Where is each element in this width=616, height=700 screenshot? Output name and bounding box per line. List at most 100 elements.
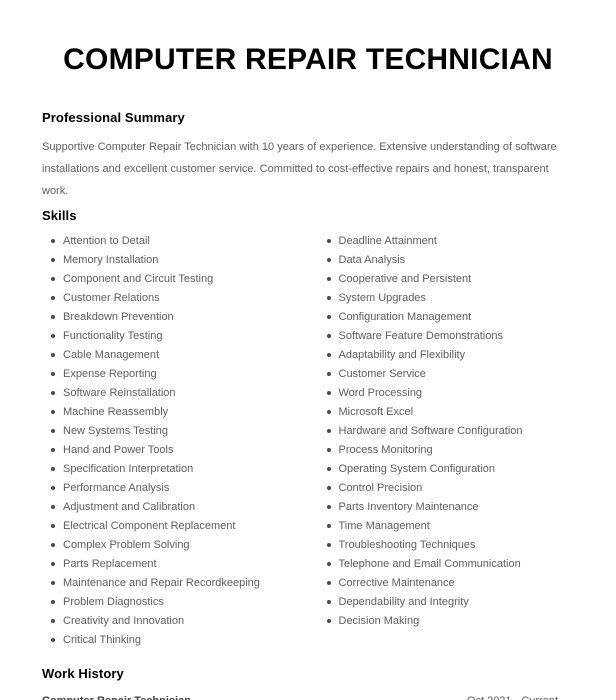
skill-item: Hardware and Software Configuration	[318, 422, 583, 441]
skill-item: Telephone and Email Communication	[318, 555, 583, 574]
skill-item: New Systems Testing	[42, 422, 307, 441]
bullet-icon	[51, 448, 55, 452]
skill-label: Process Monitoring	[338, 444, 433, 456]
skill-item: Word Processing	[318, 384, 583, 403]
skill-item: System Upgrades	[318, 289, 583, 308]
skill-item: Complex Problem Solving	[42, 536, 307, 555]
skills-column-left: Attention to Detail Memory Installation Co…	[42, 232, 307, 650]
job-title: Computer Repair Technician	[42, 692, 191, 700]
skill-label: Component and Circuit Testing	[63, 273, 214, 285]
bullet-icon	[51, 505, 55, 509]
skill-item: Problem Diagnostics	[42, 593, 307, 612]
skill-item: Cooperative and Persistent	[318, 270, 583, 289]
skill-item: Microsoft Excel	[318, 403, 583, 422]
bullet-icon	[326, 581, 331, 585]
skill-label: Dependability and Integrity	[338, 596, 469, 608]
bullet-icon	[51, 429, 55, 433]
bullet-icon	[326, 353, 331, 357]
bullet-icon	[51, 638, 55, 642]
bullet-icon	[326, 543, 331, 547]
skill-label: Problem Diagnostics	[63, 596, 164, 608]
skill-label: Software Feature Demonstrations	[338, 330, 503, 342]
skill-item: Functionality Testing	[42, 327, 307, 346]
skill-label: Control Precision	[338, 482, 423, 494]
bullet-icon	[51, 467, 55, 471]
bullet-icon	[326, 315, 331, 319]
skill-item: Breakdown Prevention	[42, 308, 307, 327]
skill-label: Customer Relations	[63, 292, 160, 304]
bullet-icon	[326, 429, 331, 433]
professional-summary-text: Supportive Computer Repair Technician wi…	[42, 141, 557, 197]
bullet-icon	[326, 505, 331, 509]
skill-item: Troubleshooting Techniques	[318, 536, 583, 555]
bullet-icon	[51, 258, 55, 262]
skill-label: Electrical Component Replacement	[63, 520, 236, 532]
skill-item: Expense Reporting	[42, 365, 307, 384]
bullet-icon	[51, 486, 55, 490]
skill-item: Maintenance and Repair Recordkeeping	[42, 574, 307, 593]
skill-label: Parts Replacement	[63, 558, 157, 570]
bullet-icon	[51, 543, 55, 547]
skill-item: Corrective Maintenance	[318, 574, 583, 593]
bullet-icon	[326, 258, 331, 262]
bullet-icon	[326, 562, 331, 566]
bullet-icon	[326, 239, 331, 243]
skill-label: Deadline Attainment	[338, 235, 437, 247]
bullet-icon	[326, 296, 331, 300]
skill-label: Machine Reassembly	[63, 406, 169, 418]
skill-label: Microsoft Excel	[338, 406, 414, 418]
skill-label: Word Processing	[338, 387, 423, 399]
skill-label: Performance Analysis	[63, 482, 170, 494]
skill-label: Functionality Testing	[63, 330, 163, 342]
skill-item: Memory Installation	[42, 251, 307, 270]
skill-item: Software Feature Demonstrations	[318, 327, 583, 346]
skill-label: Corrective Maintenance	[338, 577, 455, 589]
skill-item: Decision Making	[318, 612, 583, 631]
skill-label: Software Reinstallation	[63, 387, 176, 399]
bullet-icon	[51, 296, 55, 300]
skill-item: Attention to Detail	[42, 232, 307, 251]
skill-label: Adaptability and Flexibility	[338, 349, 466, 361]
skill-label: Hand and Power Tools	[63, 444, 174, 456]
skill-label: Time Management	[338, 520, 430, 532]
skill-label: Hardware and Software Configuration	[338, 425, 523, 437]
skill-label: Configuration Management	[338, 311, 472, 323]
bullet-icon	[51, 277, 55, 281]
skill-label: Decision Making	[338, 615, 420, 627]
bullet-icon	[326, 372, 331, 376]
skill-label: Customer Service	[338, 368, 426, 380]
bullet-icon	[326, 277, 331, 281]
bullet-icon	[51, 372, 55, 376]
skill-item: Time Management	[318, 517, 583, 536]
skill-label: Troubleshooting Techniques	[338, 539, 476, 551]
bullet-icon	[326, 334, 331, 338]
work-history-entry: Computer Repair Technician Oct 2021 - Cu…	[42, 692, 558, 700]
skill-item: Process Monitoring	[318, 441, 583, 460]
skill-label: System Upgrades	[338, 292, 426, 304]
skill-item: Deadline Attainment	[318, 232, 583, 251]
bullet-icon	[326, 467, 331, 471]
bullet-icon	[326, 391, 331, 395]
skill-item: Adjustment and Calibration	[42, 498, 307, 517]
skill-label: New Systems Testing	[63, 425, 168, 437]
skill-label: Maintenance and Repair Recordkeeping	[63, 577, 260, 589]
skill-item: Machine Reassembly	[42, 403, 307, 422]
section-heading-work-history: Work History	[42, 666, 124, 681]
skill-item: Creativity and Innovation	[42, 612, 307, 631]
skill-label: Breakdown Prevention	[63, 311, 174, 323]
page-title: COMPUTER REPAIR TECHNICIAN	[63, 43, 553, 76]
skill-label: Operating System Configuration	[338, 463, 496, 475]
bullet-icon	[51, 239, 55, 243]
bullet-icon	[51, 619, 55, 623]
bullet-icon	[51, 315, 55, 319]
skill-label: Specification Interpretation	[63, 463, 194, 475]
skill-label: Memory Installation	[63, 254, 159, 266]
bullet-icon	[51, 353, 55, 357]
resume-page: COMPUTER REPAIR TECHNICIAN Professional …	[0, 0, 616, 700]
skill-label: Cable Management	[63, 349, 160, 361]
skill-item: Software Reinstallation	[42, 384, 307, 403]
skill-label: Parts Inventory Maintenance	[338, 501, 479, 513]
bullet-icon	[326, 410, 331, 414]
bullet-icon	[326, 524, 331, 528]
bullet-icon	[51, 600, 55, 604]
